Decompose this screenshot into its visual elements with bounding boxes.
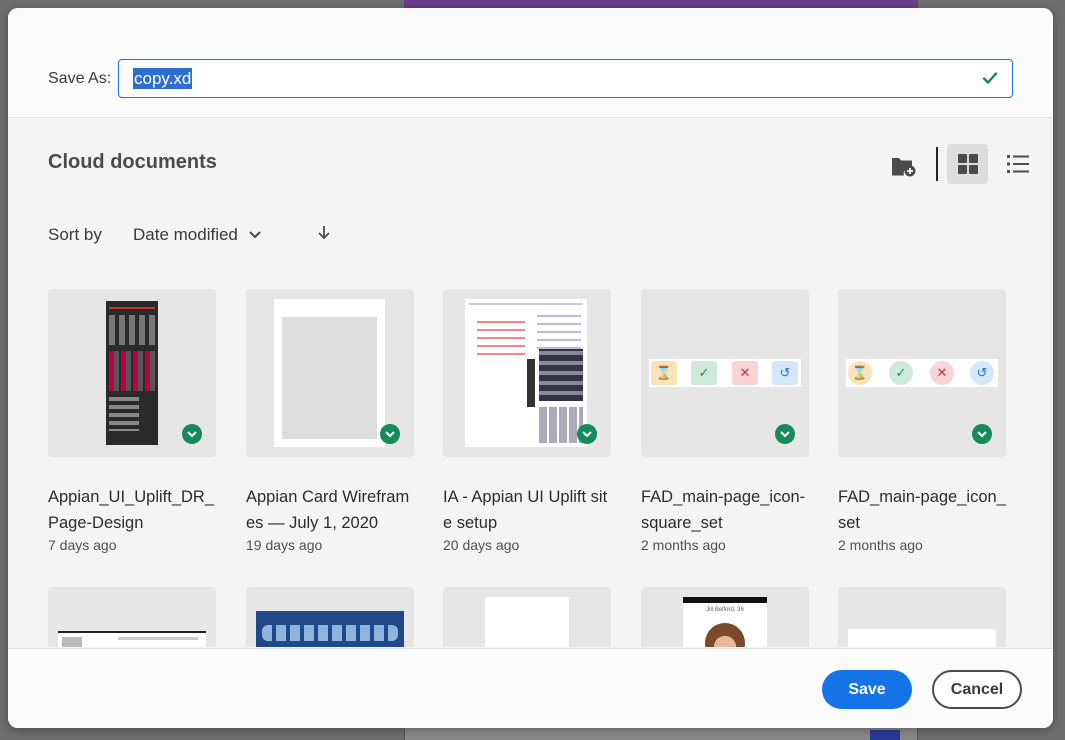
document-card[interactable]: IA - Appian UI Uplift site setup 20 days… (443, 289, 611, 553)
close-icon: ✕ (930, 361, 954, 385)
document-name: FAD_main-page_icon-square_set (641, 488, 806, 532)
document-modified: 19 days ago (246, 537, 323, 553)
document-modified: 7 days ago (48, 537, 117, 553)
grid-view-button[interactable] (947, 144, 988, 184)
thumbnail-image (106, 301, 158, 445)
document-modified: 2 months ago (838, 537, 923, 553)
document-card[interactable] (48, 587, 216, 647)
toolbar-divider (936, 147, 938, 181)
save-button[interactable]: Save (822, 670, 912, 709)
document-card[interactable] (246, 587, 414, 647)
synced-check-icon (182, 424, 202, 444)
document-card[interactable] (443, 587, 611, 647)
document-thumbnail[interactable] (246, 587, 414, 647)
hourglass-icon: ⌛ (848, 361, 872, 385)
synced-check-icon (775, 424, 795, 444)
synced-check-icon (972, 424, 992, 444)
document-name: Appian_UI_Uplift_DR_Page-Design (48, 488, 215, 532)
thumbnail-image (485, 597, 569, 647)
thumbnail-image: ⌛ ✓ ✕ ↺ (846, 359, 998, 387)
sort-dropdown-value: Date modified (133, 225, 238, 244)
thumbnail-image (848, 629, 996, 647)
hourglass-icon: ⌛ (651, 361, 677, 385)
filename-value[interactable]: copy.xd (133, 68, 193, 89)
document-name: Appian Card Wireframes — July 1, 2020 (246, 488, 410, 532)
undo-icon: ↺ (772, 361, 798, 385)
section-title: Cloud documents (48, 151, 217, 173)
document-card[interactable]: Jill Belford, 36 (641, 587, 809, 647)
chevron-down-icon (249, 231, 261, 239)
document-thumbnail[interactable] (443, 289, 611, 457)
check-icon: ✓ (889, 361, 913, 385)
profile-photo (705, 623, 745, 647)
new-folder-button[interactable] (888, 150, 920, 182)
background-app-panel (404, 726, 918, 740)
save-as-label: Save As: (48, 70, 112, 87)
new-folder-icon (892, 158, 916, 177)
document-card[interactable]: ⌛ ✓ ✕ ↺ FAD_main-page_icon-square_set 2 … (641, 289, 809, 553)
sort-dropdown[interactable]: Date modified (133, 225, 262, 245)
cancel-button[interactable]: Cancel (932, 670, 1022, 709)
document-thumbnail[interactable] (838, 587, 1006, 647)
dialog-footer: Save Cancel (8, 648, 1053, 728)
document-thumbnail[interactable]: ⌛ ✓ ✕ ↺ (838, 289, 1006, 457)
background-app-header (404, 0, 918, 8)
document-card[interactable] (838, 587, 1006, 647)
document-modified: 20 days ago (443, 537, 520, 553)
synced-check-icon (380, 424, 400, 444)
document-grid: Appian_UI_Uplift_DR_Page-Design 7 days a… (48, 289, 1048, 647)
document-thumbnail[interactable] (48, 587, 216, 647)
background-app-badge (870, 730, 900, 740)
sort-direction-arrow-icon[interactable] (314, 223, 334, 243)
save-as-dialog: Save As: copy.xd Cloud documents Sort by… (8, 8, 1053, 728)
sort-by-label: Sort by (48, 225, 102, 244)
thumbnail-image: ⌛ ✓ ✕ ↺ (649, 359, 801, 387)
document-name: FAD_main-page_icon_set (838, 488, 1006, 532)
thumbnail-image: Jill Belford, 36 (683, 597, 767, 647)
filename-input[interactable]: copy.xd (118, 59, 1013, 98)
synced-check-icon (577, 424, 597, 444)
check-icon: ✓ (691, 361, 717, 385)
document-card[interactable]: Appian_UI_Uplift_DR_Page-Design 7 days a… (48, 289, 216, 553)
thumbnail-caption: Jill Belford, 36 (706, 607, 744, 613)
document-card[interactable]: ⌛ ✓ ✕ ↺ FAD_main-page_icon_set 2 months … (838, 289, 1006, 553)
undo-icon: ↺ (970, 361, 994, 385)
thumbnail-image (256, 611, 404, 647)
thumbnail-image (58, 631, 206, 647)
grid-view-icon (957, 154, 978, 174)
document-thumbnail[interactable]: Jill Belford, 36 (641, 587, 809, 647)
document-thumbnail[interactable] (246, 289, 414, 457)
document-modified: 2 months ago (641, 537, 726, 553)
document-thumbnail[interactable] (443, 587, 611, 647)
valid-check-icon (982, 72, 998, 84)
thumbnail-image (465, 299, 587, 447)
document-card[interactable]: Appian Card Wireframes — July 1, 2020 19… (246, 289, 414, 553)
document-thumbnail[interactable] (48, 289, 216, 457)
list-view-icon (1007, 155, 1029, 173)
document-thumbnail[interactable]: ⌛ ✓ ✕ ↺ (641, 289, 809, 457)
document-name: IA - Appian UI Uplift site setup (443, 488, 608, 532)
close-icon: ✕ (732, 361, 758, 385)
save-as-row: Save As: copy.xd (8, 8, 1053, 118)
list-view-button[interactable] (999, 144, 1037, 184)
thumbnail-image (274, 299, 385, 447)
